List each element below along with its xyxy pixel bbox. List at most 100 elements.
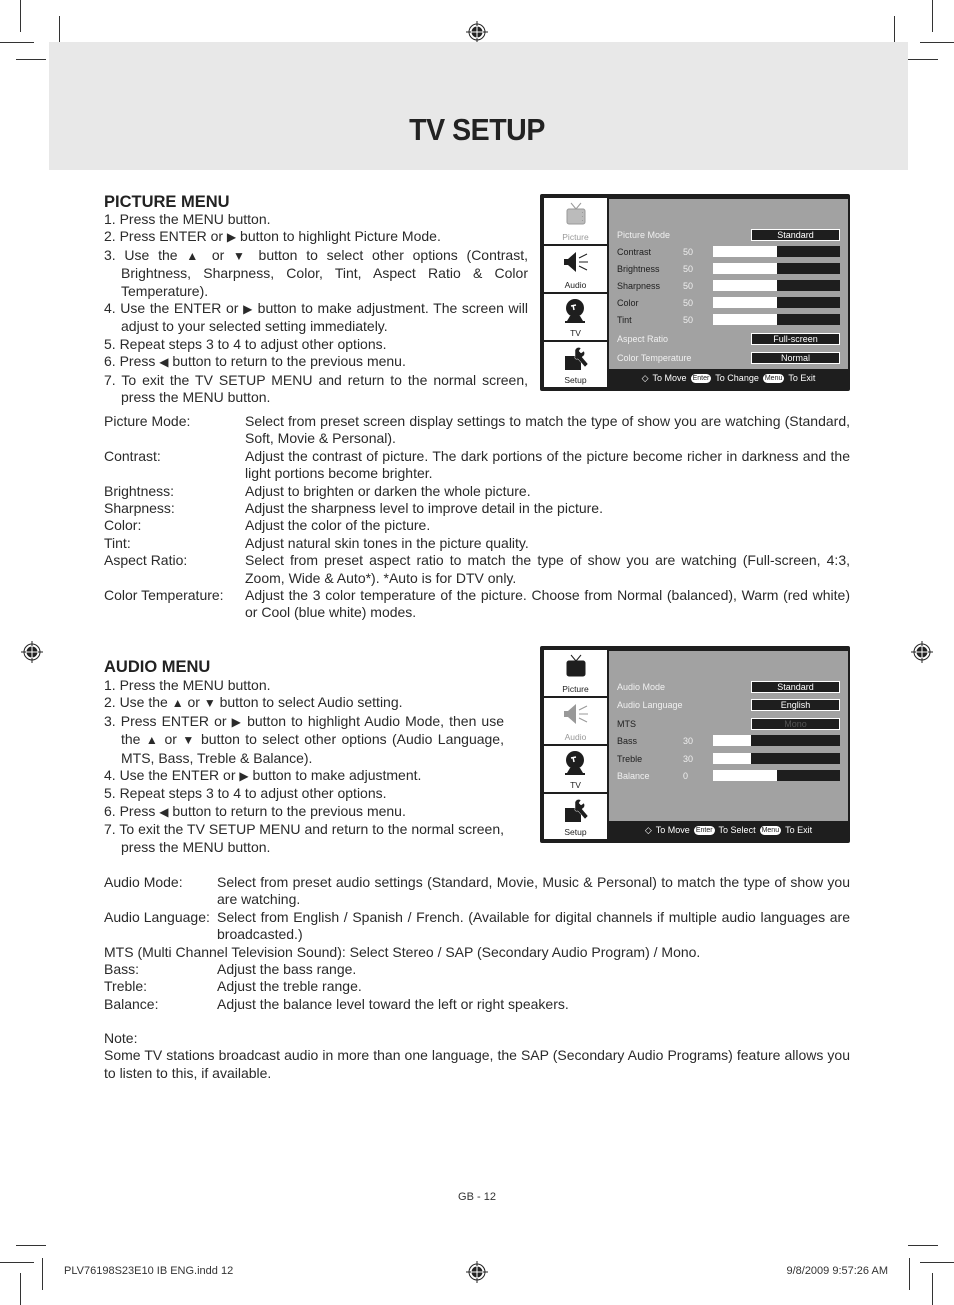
definition-term: Audio Language:	[104, 908, 210, 925]
osd-row-label: Bass	[617, 736, 638, 746]
step-item: 1. Press the MENU button.	[104, 211, 528, 228]
osd-value-box[interactable]: Standard	[751, 229, 840, 241]
osd-row-color[interactable]: Color 50	[617, 297, 840, 310]
osd-row-color-temperature[interactable]: Color Temperature Normal	[617, 352, 840, 365]
osd-value-box[interactable]: English	[751, 698, 840, 711]
footer-move: To Move	[652, 373, 687, 383]
step-text: 6. Press	[104, 802, 160, 819]
osd-tab-picture[interactable]: Picture	[544, 650, 607, 697]
osd-sidebar: Picture Audio TV Setup	[544, 198, 608, 388]
osd-row-tint[interactable]: Tint 50	[617, 314, 840, 327]
osd-tab-label: TV	[570, 328, 581, 338]
osd-slider[interactable]	[713, 770, 840, 781]
step-item: 6. Press ◀ button to return to the previ…	[104, 803, 504, 821]
step-text: button to highlight Picture Mode.	[236, 228, 441, 245]
osd-tab-label: TV	[570, 780, 581, 790]
osd-tab-tv[interactable]: TV	[544, 746, 607, 793]
osd-slider-fill	[713, 752, 752, 764]
osd-tab-picture[interactable]: Picture	[544, 198, 607, 245]
osd-row-mts[interactable]: MTS Mono	[617, 717, 840, 731]
osd-row-number: 50	[683, 298, 694, 308]
step-item: 1. Press the MENU button.	[104, 677, 504, 694]
definition-row: Brightness: Adjust to brighten or darken …	[104, 483, 850, 500]
osd-row-audio-mode[interactable]: Audio Mode Standard	[617, 681, 840, 694]
step-text: 7. To exit the TV SETUP MENU and return …	[104, 821, 504, 855]
osd-slider-fill	[713, 246, 777, 257]
right-triangle-icon: ▶	[226, 230, 237, 245]
osd-slider[interactable]	[713, 297, 840, 308]
down-triangle-icon: ▼	[233, 248, 250, 263]
osd-tab-label: Setup	[564, 375, 587, 385]
osd-tab-label: Setup	[564, 827, 587, 837]
osd-slider[interactable]	[713, 314, 840, 325]
osd-row-audio-language[interactable]: Audio Language English	[617, 698, 840, 712]
osd-row-bass[interactable]: Bass 30	[617, 735, 840, 748]
osd-row-label: Brightness	[617, 264, 660, 274]
osd-row-contrast[interactable]: Contrast 50	[617, 246, 840, 259]
definition-term: Balance:	[104, 995, 159, 1012]
definition-desc: Select from English / Spanish / French. …	[217, 908, 850, 943]
header-band	[49, 42, 908, 170]
crop-mark	[932, 1273, 933, 1305]
osd-row-label: Color	[617, 298, 639, 308]
definition-row: Contrast: Adjust the contrast of picture.…	[104, 448, 850, 483]
osd-row-balance[interactable]: Balance 0	[617, 770, 840, 783]
osd-value-box[interactable]: Standard	[751, 681, 840, 693]
osd-row-label: Treble	[617, 753, 643, 764]
definition-desc: Adjust the bass range.	[217, 961, 357, 978]
crop-mark	[920, 1262, 954, 1263]
crop-mark	[909, 1258, 910, 1290]
osd-tab-tv[interactable]: TV	[544, 294, 607, 341]
step-text: button to make adjustment.	[248, 767, 422, 784]
down-triangle-icon: ▼	[203, 696, 216, 711]
definition-row: Tint: Adjust natural skin tones in the pi…	[104, 535, 850, 552]
osd-slider[interactable]	[713, 246, 840, 257]
osd-slider[interactable]	[713, 280, 840, 291]
footer-action: To Select	[718, 825, 756, 835]
step-item: 6. Press ◀ button to return to the previ…	[104, 353, 528, 371]
step-text: 5. Repeat steps 3 to 4 to adjust other o…	[104, 785, 387, 802]
step-text: button to return to the previous menu.	[168, 802, 406, 819]
move-arrows-icon: ◇	[644, 824, 652, 835]
osd-tab-setup[interactable]: Setup	[544, 342, 607, 388]
definition-term: Contrast:	[104, 447, 161, 464]
step-item: 5. Repeat steps 3 to 4 to adjust other o…	[104, 785, 504, 802]
definition-desc: Adjust the 3 color temperature of the pi…	[245, 587, 850, 621]
osd-slider[interactable]	[713, 735, 840, 746]
footer-exit: To Exit	[785, 825, 813, 835]
osd-tab-setup[interactable]: Setup	[544, 794, 607, 840]
osd-row-treble[interactable]: Treble 30	[617, 752, 840, 766]
osd-row-label: Aspect Ratio	[617, 334, 669, 344]
page-title: TV SETUP	[409, 112, 545, 147]
osd-row-brightness[interactable]: Brightness 50	[617, 263, 840, 276]
step-text: 2. Press ENTER or	[104, 228, 227, 245]
definition-desc: Select from preset audio settings (Stand…	[217, 874, 850, 908]
osd-row-label: Color Temperature	[617, 353, 692, 363]
osd-tab-audio[interactable]: Audio	[544, 698, 607, 745]
osd-row-picture-mode[interactable]: Picture Mode Standard	[617, 229, 840, 242]
step-item: 2. Press ENTER or ▶ button to highlight …	[104, 228, 528, 246]
step-text: or	[203, 246, 234, 263]
down-triangle-icon: ▼	[182, 733, 196, 748]
right-triangle-icon: ▶	[243, 302, 254, 317]
step-text: 6. Press	[104, 353, 160, 370]
osd-row-aspect-ratio[interactable]: Aspect Ratio Full-screen	[617, 333, 840, 346]
definition-desc: Adjust the treble range.	[217, 978, 362, 995]
osd-slider[interactable]	[713, 263, 840, 274]
osd-value-box[interactable]: Full-screen	[751, 333, 840, 345]
definition-row: Balance: Adjust the balance level toward …	[104, 996, 850, 1013]
osd-slider[interactable]	[713, 752, 840, 764]
osd-slider-fill	[713, 280, 777, 291]
step-item: 4. Use the ENTER or ▶ button to make adj…	[104, 767, 504, 785]
step-text: or	[183, 694, 204, 711]
osd-value-box[interactable]: Mono	[751, 717, 840, 730]
note-text: Some TV stations broadcast audio in more…	[104, 1047, 850, 1081]
osd-row-sharpness[interactable]: Sharpness 50	[617, 280, 840, 293]
osd-row-number: 50	[683, 281, 694, 291]
osd-value-box[interactable]: Normal	[751, 352, 840, 364]
step-text: or	[159, 731, 183, 748]
osd-settings-panel: Picture Mode Standard Contrast 50 Brightness…	[609, 199, 848, 369]
osd-slider-fill	[713, 314, 777, 325]
osd-sidebar: Picture Audio TV Setup	[544, 650, 608, 840]
osd-tab-audio[interactable]: Audio	[544, 246, 607, 293]
